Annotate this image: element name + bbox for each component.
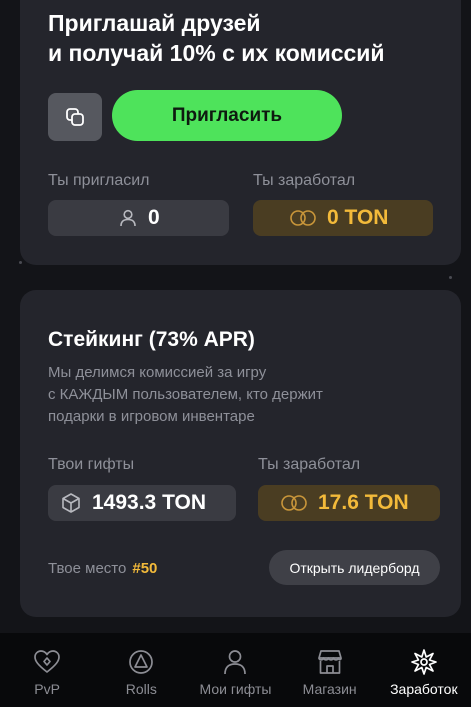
- staking-earned-value: 17.6 TON: [318, 491, 409, 514]
- invite-earned-pill: 0 TON: [253, 200, 433, 236]
- tab-store-label: Магазин: [302, 681, 357, 697]
- invite-card: Приглашай друзей и получай 10% с их коми…: [20, 0, 461, 265]
- gifts-label: Твои гифты: [48, 456, 135, 473]
- copy-link-button[interactable]: [48, 93, 102, 141]
- person-icon: [120, 209, 136, 227]
- heart-icon: [34, 650, 60, 673]
- pyramid-icon: [129, 650, 154, 674]
- invited-count: 0: [148, 206, 160, 229]
- invite-title: Приглашай друзей и получай 10% с их коми…: [48, 8, 385, 68]
- staking-earned-label: Ты заработал: [258, 456, 361, 473]
- copy-icon: [66, 108, 84, 126]
- gifts-value: 1493.3 TON: [92, 491, 207, 514]
- staking-earned-pill: 17.6 TON: [258, 485, 440, 521]
- invite-earned-value: 0 TON: [327, 206, 389, 229]
- gifts-value-pill: 1493.3 TON: [48, 485, 236, 521]
- tab-my-gifts[interactable]: Мои гифты: [188, 647, 282, 697]
- invite-earned-label: Ты заработал: [253, 172, 356, 189]
- invite-button[interactable]: Пригласить: [112, 90, 342, 141]
- tab-rolls[interactable]: Rolls: [94, 647, 188, 697]
- staking-title: Стейкинг (73% APR): [48, 328, 255, 351]
- tab-store[interactable]: Магазин: [283, 647, 377, 697]
- coins-icon: [281, 495, 307, 511]
- invite-title-line1: Приглашай друзей: [48, 10, 261, 36]
- staking-desc-line3: подарки в игровом инвентаре: [48, 408, 255, 425]
- decorative-dot: [19, 261, 22, 264]
- place-label: Твое место: [48, 560, 127, 577]
- staking-description: Мы делимся комиссией за игру с КАЖДЫМ по…: [48, 362, 378, 428]
- leaderboard-place: Твое место #50: [48, 560, 157, 577]
- tab-my-gifts-label: Мои гифты: [199, 681, 272, 697]
- open-leaderboard-button[interactable]: Открыть лидерборд: [269, 550, 440, 585]
- tab-rolls-label: Rolls: [125, 681, 157, 697]
- staking-card: Стейкинг (73% APR) Мы делимся комиссией …: [20, 290, 461, 617]
- person-icon: [224, 650, 247, 675]
- place-value: #50: [132, 560, 158, 577]
- bottom-tab-bar: PvP Rolls Мои гифты Магазин Заработок: [0, 633, 471, 707]
- staking-desc-line2: с КАЖДЫМ пользователем, кто держит: [48, 386, 323, 403]
- invited-label: Ты пригласил: [48, 172, 150, 189]
- coins-icon: [290, 210, 316, 226]
- tab-earnings-label: Заработок: [390, 681, 458, 697]
- invite-title-line2: и получай 10% с их комиссий: [48, 40, 385, 66]
- staking-desc-line1: Мы делимся комиссией за игру: [48, 364, 267, 381]
- earnings-screen: Приглашай друзей и получай 10% с их коми…: [0, 0, 471, 707]
- cube-icon: [62, 493, 80, 513]
- store-icon: [317, 650, 342, 674]
- decorative-dot: [449, 276, 452, 279]
- tab-pvp-label: PvP: [34, 681, 60, 697]
- tab-pvp[interactable]: PvP: [0, 647, 94, 697]
- burst-icon: [410, 649, 437, 675]
- tab-earnings[interactable]: Заработок: [377, 647, 471, 697]
- invited-count-pill: 0: [48, 200, 229, 236]
